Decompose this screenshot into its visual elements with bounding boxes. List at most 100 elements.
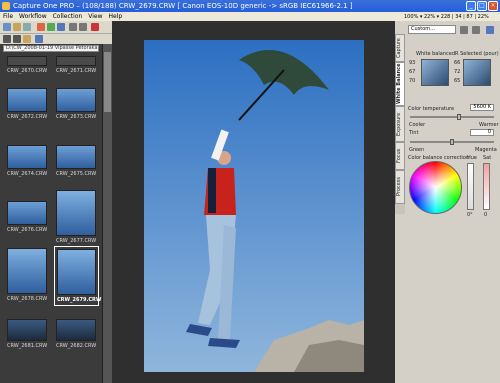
sort-icon[interactable]	[13, 35, 21, 43]
hue-value: 0°	[467, 212, 473, 218]
browser-scrollbar[interactable]	[103, 44, 112, 383]
white-balanced-label: White balanced	[416, 51, 455, 57]
rotate-right-icon[interactable]	[79, 23, 87, 31]
wb-value-g: 67	[409, 69, 416, 75]
sat-value: 0	[484, 212, 488, 218]
tint-field[interactable]: 0	[470, 129, 494, 136]
tab-white-balance[interactable]: White Balance	[395, 62, 405, 106]
thumbnail-item[interactable]: CRW_2675.CRW	[56, 145, 96, 177]
maximize-button[interactable]: □	[477, 1, 487, 11]
color-temperature-knob[interactable]	[457, 114, 461, 120]
color-temperature-label: Color temperature	[408, 106, 455, 112]
saturation-slider[interactable]	[483, 163, 490, 210]
thumbnail-item-selected[interactable]: CRW_2679.CRW	[54, 246, 102, 306]
close-button[interactable]: ×	[488, 1, 498, 11]
thumbnail-item[interactable]: CRW_2678.CRW	[7, 248, 47, 302]
sel-value-b: 65	[454, 78, 461, 84]
thumbnail-item[interactable]: CRW_2674.CRW	[7, 145, 47, 177]
thumbnail-item[interactable]: CRW_2676.CRW	[7, 201, 47, 233]
color-temperature-slider[interactable]	[410, 116, 494, 118]
cooler-label: Cooler	[409, 122, 426, 128]
tab-process[interactable]: Process	[395, 170, 405, 204]
tint-knob[interactable]	[450, 139, 454, 145]
view-mode-icon[interactable]	[3, 35, 11, 43]
menu-workflow[interactable]: Workflow	[19, 12, 47, 21]
main-photo[interactable]	[144, 40, 364, 372]
browser-toolbar	[0, 34, 112, 44]
thumbnail-label: CRW_2679.CRW	[57, 297, 102, 303]
thumbnail-item[interactable]: CRW_2671.CRW	[56, 56, 96, 74]
thumbnail-item[interactable]: CRW_2681.CRW	[7, 319, 47, 349]
capture-icon[interactable]	[23, 23, 31, 31]
tool-tabs: Capture White Balance Exposure Focus Pro…	[395, 34, 405, 214]
delete-icon[interactable]	[37, 23, 45, 31]
menu-view[interactable]: View	[88, 12, 102, 21]
reset-icon[interactable]	[472, 26, 480, 34]
thumbnail-image	[7, 201, 47, 225]
warmer-label: Warmer	[479, 122, 499, 128]
thumbnail-item[interactable]: CRW_2677.CRW	[56, 190, 96, 244]
batch-icon[interactable]	[57, 23, 65, 31]
rotate-left-icon[interactable]	[69, 23, 77, 31]
photo-canvas	[144, 40, 364, 372]
thumbnail-label: CRW_2671.CRW	[56, 68, 97, 74]
folder-icon[interactable]	[13, 23, 21, 31]
tint-label: Tint	[409, 130, 419, 136]
tab-exposure[interactable]: Exposure	[395, 106, 405, 142]
color-balance-wheel[interactable]	[409, 161, 462, 214]
thumbnail-label: CRW_2682.CRW	[56, 343, 97, 349]
tab-focus[interactable]: Focus	[395, 142, 405, 170]
tab-capture[interactable]: Capture	[395, 34, 405, 62]
color-balance-label: Color balance correction	[408, 155, 470, 161]
sel-value-r: 66	[454, 60, 461, 66]
window-controls: _ □ ×	[466, 1, 498, 11]
wb-value-r: 93	[409, 60, 416, 66]
selected-swatch[interactable]	[463, 59, 491, 86]
menu-help[interactable]: Help	[109, 12, 123, 21]
thumbnail-label: CRW_2676.CRW	[7, 227, 48, 233]
sat-label: Sat	[483, 155, 492, 161]
thumbnail-label: CRW_2670.CRW	[7, 68, 48, 74]
tool-options-icon[interactable]	[486, 26, 494, 34]
thumbnail-label: CRW_2674.CRW	[7, 171, 48, 177]
thumbnail-image	[7, 56, 47, 66]
thumbnail-item[interactable]: CRW_2670.CRW	[7, 56, 47, 74]
thumbnail-label: CRW_2678.CRW	[7, 296, 48, 302]
process-icon[interactable]	[47, 23, 55, 31]
window-title-bar: Capture One PRO – (108/188) CRW_2679.CRW…	[0, 0, 500, 12]
scrollbar-thumb[interactable]	[104, 52, 111, 112]
color-temperature-field[interactable]: 5600 K	[470, 104, 494, 111]
wb-value-b: 70	[409, 78, 416, 84]
hue-label: Hue	[467, 155, 478, 161]
thumbnail-image	[56, 319, 96, 341]
app-icon	[2, 2, 10, 10]
thumbnail-item[interactable]: CRW_2672.CRW	[7, 88, 47, 120]
green-label: Green	[409, 147, 425, 153]
minimize-button[interactable]: _	[466, 1, 476, 11]
thumbnail-image	[56, 145, 96, 169]
menu-collection[interactable]: Collection	[53, 12, 83, 21]
white-balanced-swatch	[421, 59, 449, 86]
thumbnail-label: CRW_2681.CRW	[7, 343, 48, 349]
window-title: Capture One PRO – (108/188) CRW_2679.CRW…	[13, 2, 353, 10]
eyedropper-icon[interactable]	[460, 26, 468, 34]
menu-file[interactable]: File	[3, 12, 13, 21]
thumbnail-image	[7, 145, 47, 169]
thumbnail-item[interactable]: CRW_2673.CRW	[56, 88, 96, 120]
thumbnail-label: CRW_2672.CRW	[7, 114, 48, 120]
thumbnail-item[interactable]: CRW_2682.CRW	[56, 319, 96, 349]
open-icon[interactable]	[3, 23, 11, 31]
browse-folder-icon[interactable]	[23, 35, 31, 43]
thumbnail-image	[56, 88, 96, 112]
hue-slider[interactable]	[467, 163, 474, 210]
thumbnail-image	[56, 190, 96, 236]
preset-select[interactable]: Custom...	[408, 25, 456, 34]
reject-icon[interactable]	[91, 23, 99, 31]
thumbnail-label: CRW_2677.CRW	[56, 238, 97, 244]
folder-path[interactable]: D:\CW_2008-01-19 Vipasse Petoraka	[3, 45, 99, 52]
filter-icon[interactable]	[35, 35, 43, 43]
thumbnail-image	[56, 56, 96, 66]
thumbnail-label: CRW_2675.CRW	[56, 171, 97, 177]
selected-label: R Selected (pour)	[455, 51, 499, 57]
thumbnail-label: CRW_2673.CRW	[56, 114, 97, 120]
